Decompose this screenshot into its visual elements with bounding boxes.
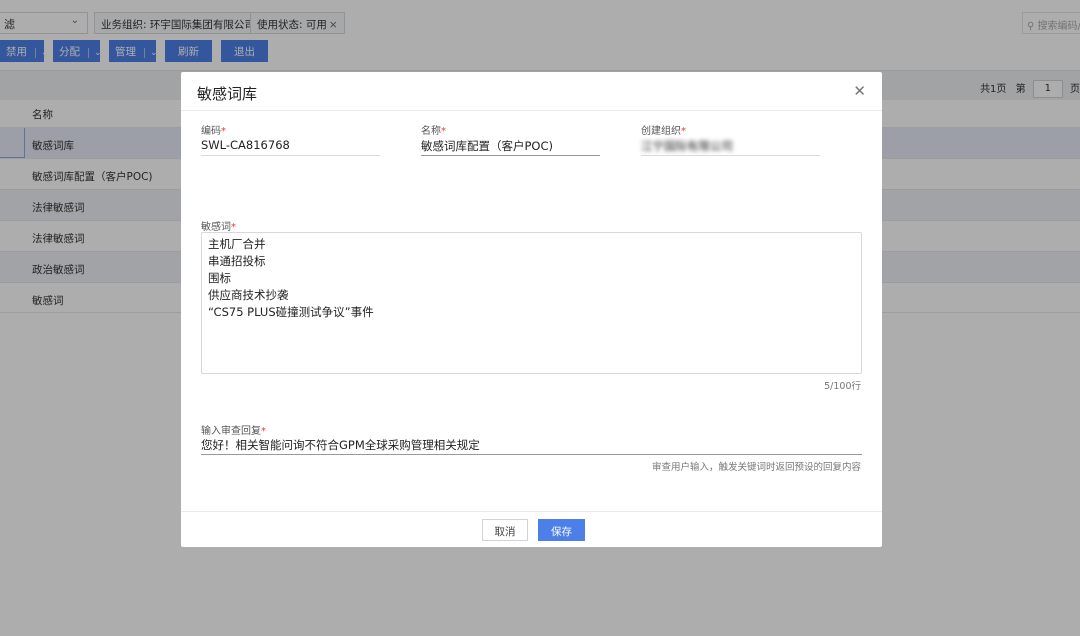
name-field[interactable]: 敏感词库配置（客户POC) (421, 138, 553, 154)
sensitive-words-textarea[interactable]: 主机厂合并 串通招投标 围标 供应商技术抄袭 “CS75 PLUS碰撞测试争议”… (201, 232, 862, 374)
sensitive-word-dialog: 敏感词库 ✕ 编码* SWL-CA816768 名称* 敏感词库配置（客户POC… (181, 72, 882, 547)
line-counter: 5/100行 (824, 381, 861, 392)
reply-label-text: 输入审查回复 (201, 426, 261, 437)
required-mark: * (221, 126, 226, 137)
reply-underline (201, 454, 862, 455)
org-field-obscured[interactable]: 江宁国际有限公司 (641, 138, 733, 154)
save-button[interactable]: 保存 (538, 519, 585, 541)
name-label: 名称* (421, 122, 446, 137)
reply-label: 输入审查回复* (201, 422, 266, 437)
dialog-title: 敏感词库 (197, 85, 258, 103)
reply-hint: 审查用户输入，触发关键词时返回预设的回复内容 (651, 462, 861, 473)
required-mark: * (261, 426, 266, 437)
code-label-text: 编码 (201, 126, 221, 137)
org-label: 创建组织* (641, 122, 686, 137)
dialog-header: 敏感词库 ✕ (181, 72, 882, 111)
word-line: 串通招投标 (208, 254, 266, 268)
close-icon[interactable]: ✕ (853, 82, 866, 100)
words-label: 敏感词* (201, 218, 236, 233)
name-underline (421, 155, 600, 156)
dialog-footer: 取消 保存 (181, 511, 882, 547)
cancel-button[interactable]: 取消 (482, 519, 528, 541)
word-line: 围标 (208, 271, 231, 285)
org-underline (641, 155, 820, 156)
code-label: 编码* (201, 122, 226, 137)
org-label-text: 创建组织 (641, 126, 681, 137)
reply-field[interactable]: 您好！相关智能问询不符合GPM全球采购管理相关规定 (201, 437, 480, 453)
word-line: “CS75 PLUS碰撞测试争议”事件 (208, 305, 374, 319)
code-field[interactable]: SWL-CA816768 (201, 138, 290, 152)
word-line: 供应商技术抄袭 (208, 288, 289, 302)
required-mark: * (441, 126, 446, 137)
required-mark: * (681, 126, 686, 137)
code-underline (201, 155, 380, 156)
word-line: 主机厂合并 (208, 237, 266, 251)
name-label-text: 名称 (421, 126, 441, 137)
